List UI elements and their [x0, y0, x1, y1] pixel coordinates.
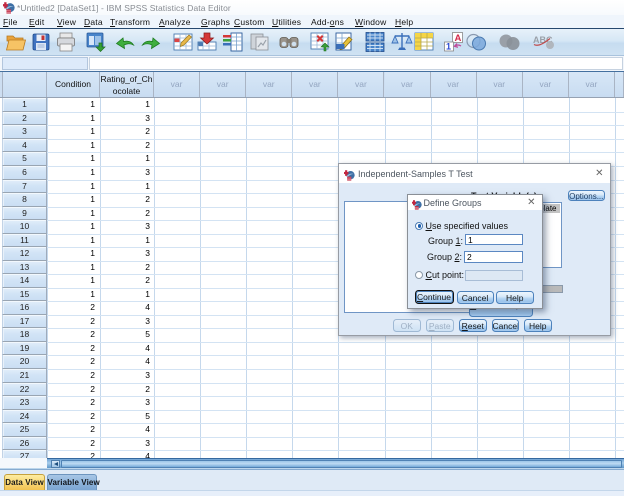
- svg-text:A: A: [455, 33, 462, 44]
- svg-text:1: 1: [446, 42, 451, 52]
